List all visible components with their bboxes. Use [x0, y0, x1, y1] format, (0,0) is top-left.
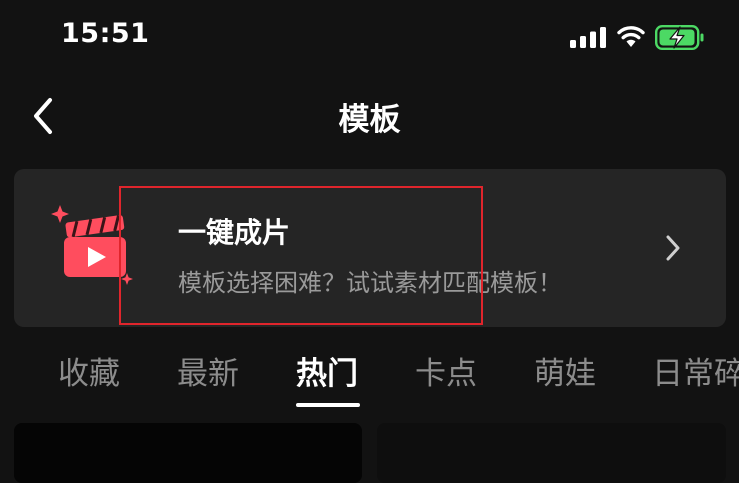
chevron-right-icon	[666, 235, 680, 261]
clapperboard-play-icon	[51, 205, 133, 285]
status-bar: 15:51	[0, 0, 739, 72]
tab-popular[interactable]: 热门	[296, 348, 358, 393]
active-tab-indicator	[296, 403, 360, 407]
tab-beat-sync[interactable]: 卡点	[415, 348, 477, 393]
template-card[interactable]	[14, 423, 362, 483]
category-tabs: 收藏 最新 热门 卡点 萌娃 日常碎	[0, 340, 739, 412]
banner-subtitle: 模板选择困难？试试素材匹配模板！	[178, 269, 562, 297]
wifi-icon	[617, 26, 645, 47]
tab-cute-baby[interactable]: 萌娃	[534, 348, 596, 393]
banner-title: 一键成片	[178, 216, 291, 249]
battery-charging-icon	[655, 25, 704, 50]
tab-favorites[interactable]: 收藏	[58, 348, 120, 393]
tab-daily[interactable]: 日常碎	[652, 348, 739, 393]
one-click-video-banner[interactable]: 一键成片 模板选择困难？试试素材匹配模板！	[14, 169, 726, 327]
tab-latest[interactable]: 最新	[177, 348, 239, 393]
template-card[interactable]	[377, 423, 726, 483]
page-title: 模板	[338, 102, 401, 138]
signal-icon	[570, 27, 606, 48]
nav-bar: 模板	[0, 80, 739, 150]
status-time: 15:51	[61, 18, 150, 49]
